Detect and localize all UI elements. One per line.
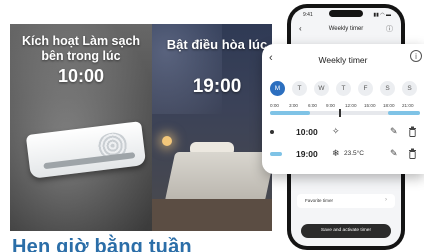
day-chip-sat[interactable]: S [380, 81, 395, 96]
floor [152, 199, 272, 231]
hour-label: 15:00 [364, 103, 376, 108]
schedule-indicator [270, 152, 282, 156]
schedule-time: 19:00 [296, 149, 318, 159]
status-time: 9:41 [303, 12, 313, 18]
edit-pencil-icon[interactable]: ✎ [390, 126, 398, 137]
cool-snowflake-icon: ❄ [332, 148, 340, 158]
ac-vent [43, 152, 136, 170]
info-icon[interactable]: i [410, 50, 422, 62]
delete-trash-icon[interactable] [408, 126, 417, 137]
chevron-right-icon: › [385, 197, 387, 203]
phone-notch [329, 10, 363, 17]
clean-sparkle-icon: ✧ [332, 126, 340, 136]
hour-label: 21:00 [402, 103, 414, 108]
schedule-time: 10:00 [296, 127, 318, 137]
timeline-clean-marker [339, 109, 341, 117]
day-chip-sun[interactable]: S [402, 81, 417, 96]
favorite-timer-label: Favorite timer [305, 198, 334, 203]
schedule-temperature: 23.5°C [344, 150, 364, 157]
favorite-timer-row[interactable]: Favorite timer › [297, 194, 395, 208]
promo-image-bedroom: Bật điều hòa lúc 19:00 [152, 24, 272, 231]
lamp-icon [162, 136, 172, 146]
schedule-row[interactable]: 19:00 ❄ 23.5°C ✎ [268, 144, 424, 164]
weekly-timer-title: Weekly timer [318, 55, 368, 65]
save-activate-button[interactable]: Save and activate timer [301, 224, 391, 238]
info-icon[interactable]: ⓘ [386, 24, 393, 34]
promo-clean-time: 10:00 [57, 66, 105, 86]
hour-label: 0:00 [270, 103, 279, 108]
bed-image [164, 152, 272, 202]
day-chip-fri[interactable]: F [358, 81, 373, 96]
day-selector: M T W T F S S [270, 81, 420, 97]
promo-on-time: 19:00 [192, 76, 242, 97]
hour-label: 3:00 [289, 103, 298, 108]
hour-label: 6:00 [308, 103, 317, 108]
delete-trash-icon[interactable] [408, 148, 417, 159]
status-bar: 9:41 ▮▮ ◠ ▬ [291, 8, 401, 22]
day-timeline [270, 109, 420, 117]
section-heading: Hẹn giờ bằng tuần [12, 236, 192, 252]
promo-on-title: Bật điều hòa lúc [166, 37, 268, 52]
day-chip-mon[interactable]: M [270, 81, 285, 96]
promo-clean-title: Kích hoạt Làm sạch bên trong lúc [21, 34, 141, 63]
hour-label: 9:00 [326, 103, 335, 108]
status-icons: ▮▮ ◠ ▬ [373, 12, 391, 18]
phone-header: ‹ Weekly timer ⓘ [291, 22, 401, 38]
schedule-indicator [270, 130, 274, 134]
phone-title: Weekly timer [328, 26, 364, 32]
hour-label: 12:00 [345, 103, 357, 108]
edit-pencil-icon[interactable]: ✎ [390, 148, 398, 159]
timeline-cool-segment [270, 111, 310, 115]
timeline-cool-segment [388, 111, 420, 115]
day-chip-tue[interactable]: T [292, 81, 307, 96]
weekly-timer-card: ‹ Weekly timer i M T W T F S S 0:00 3:00… [262, 44, 424, 174]
promo-image-clean: Kích hoạt Làm sạch bên trong lúc 10:00 [10, 24, 152, 231]
hour-label: 18:00 [383, 103, 395, 108]
day-chip-wed[interactable]: W [314, 81, 329, 96]
day-chip-thu[interactable]: T [336, 81, 351, 96]
schedule-row[interactable]: 10:00 ✧ ✎ [268, 122, 424, 142]
